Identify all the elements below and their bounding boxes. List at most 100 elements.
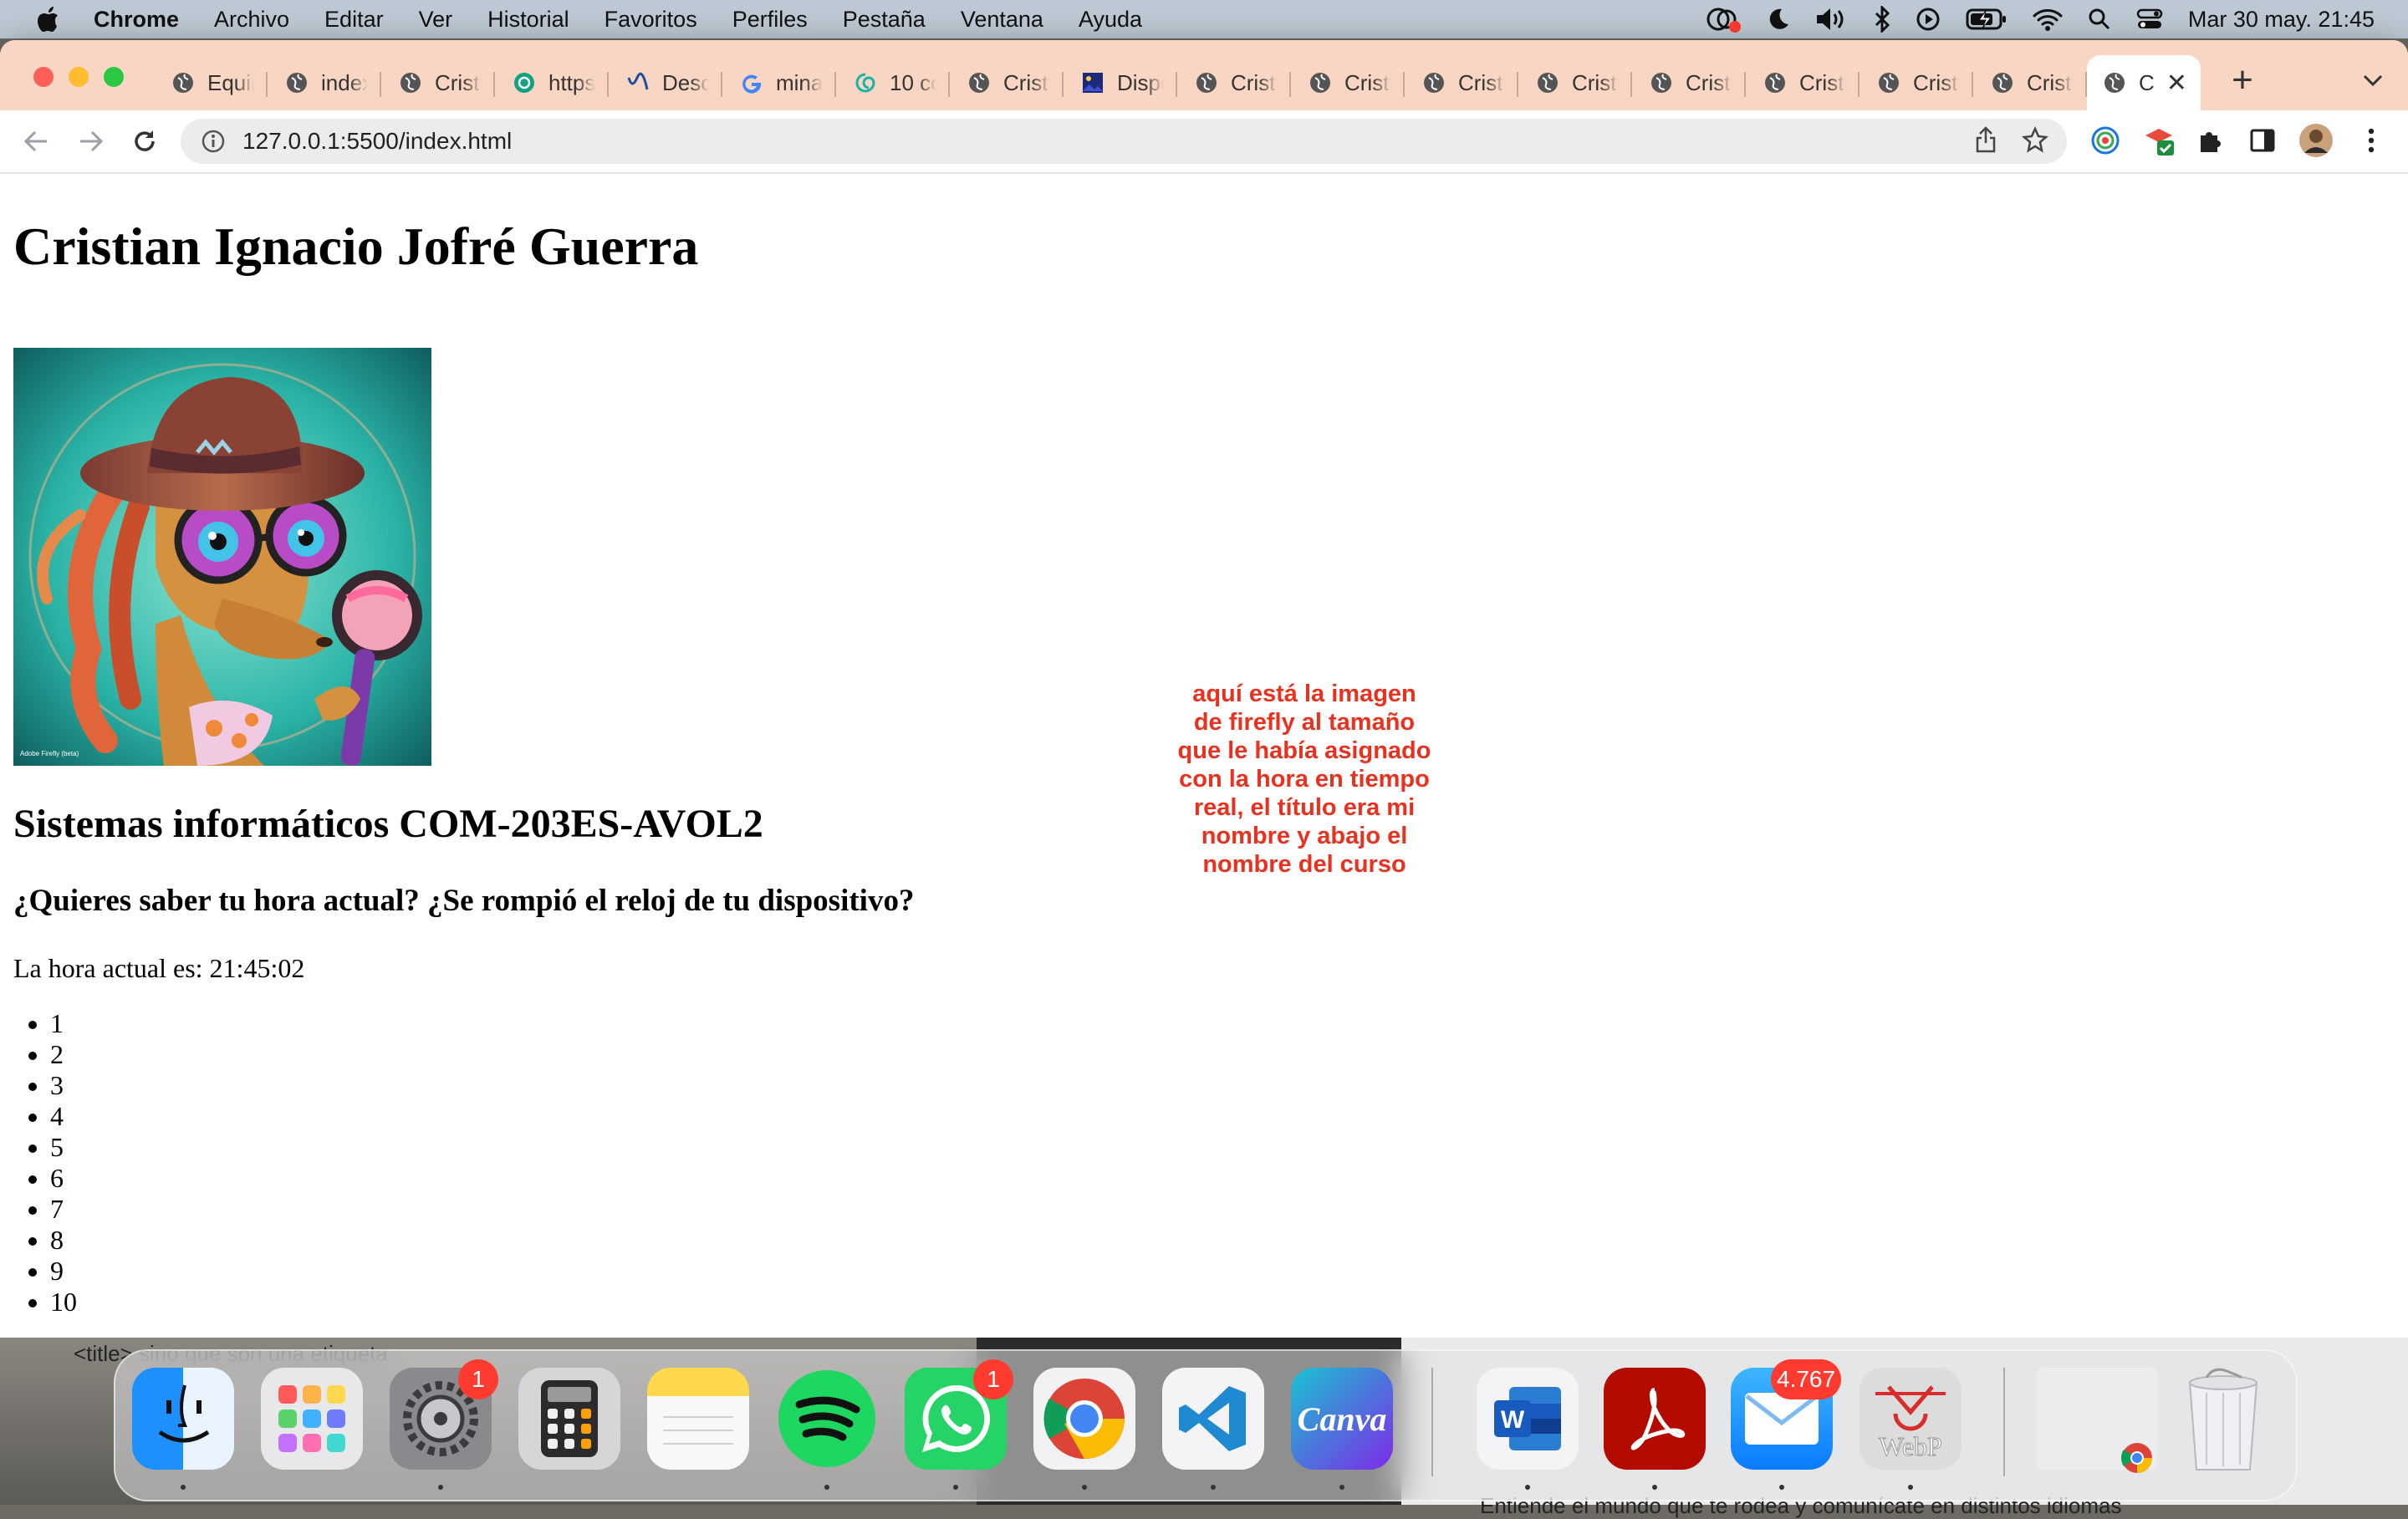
- wifi-icon[interactable]: [2033, 8, 2063, 31]
- tab[interactable]: minas: [724, 55, 836, 110]
- tab-label: Cristian: [1003, 69, 1050, 95]
- globe-icon: [1649, 70, 1674, 95]
- list-item: 6: [50, 1163, 77, 1194]
- clock-question: ¿Quieres saber tu hora actual? ¿Se rompi…: [13, 884, 915, 918]
- tab-separator: [1744, 72, 1746, 97]
- volume-icon[interactable]: [1815, 7, 1849, 32]
- spotify-app-icon[interactable]: [776, 1368, 878, 1470]
- url-text[interactable]: 127.0.0.1:5500/index.html: [242, 128, 512, 155]
- tab[interactable]: Cristian: [1861, 55, 1973, 110]
- menu-clock[interactable]: Mar 30 may. 21:45: [2188, 7, 2375, 33]
- chrome-menu-button[interactable]: [2353, 122, 2390, 159]
- site-info-icon[interactable]: [201, 129, 226, 154]
- battery-charging-icon[interactable]: [1966, 8, 2008, 31]
- launchpad-app-icon[interactable]: [261, 1368, 363, 1470]
- red-annotation-note: aquí está la imagen de firefly al tamaño…: [1154, 680, 1455, 879]
- tab-separator: [607, 72, 609, 97]
- now-playing-icon[interactable]: [1916, 7, 1941, 32]
- menu-favoritos[interactable]: Favoritos: [605, 7, 697, 33]
- tab[interactable]: Cristian: [951, 55, 1064, 110]
- control-center-icon[interactable]: [2136, 8, 2163, 31]
- word-app-icon[interactable]: W: [1477, 1368, 1579, 1470]
- vscode-app-icon[interactable]: [1162, 1368, 1264, 1470]
- close-tab-icon[interactable]: ✕: [2166, 69, 2187, 98]
- tab[interactable]: Cristian: [1747, 55, 1860, 110]
- forward-button[interactable]: [72, 122, 110, 161]
- creative-cloud-icon[interactable]: [1705, 5, 1742, 33]
- menu-perfiles[interactable]: Perfiles: [732, 7, 808, 33]
- mail-badge: 4.767: [1771, 1359, 1841, 1399]
- chrome-app-icon[interactable]: [1033, 1368, 1135, 1470]
- share-icon[interactable]: [1975, 125, 1997, 157]
- webp-label: WebP: [1879, 1431, 1942, 1461]
- tab-label: https: [548, 69, 595, 95]
- dock-separator: [2003, 1368, 2005, 1476]
- tab[interactable]: 10 cosas: [838, 55, 950, 110]
- trash-app-icon[interactable]: [2172, 1368, 2274, 1471]
- menu-ver[interactable]: Ver: [419, 7, 453, 33]
- menu-pestana[interactable]: Pestaña: [843, 7, 926, 33]
- active-tab-label: C: [2139, 69, 2155, 95]
- acrobat-app-icon[interactable]: [1604, 1368, 1706, 1470]
- swirl-icon: [853, 70, 878, 95]
- tab-separator: [721, 72, 722, 97]
- tab[interactable]: Cristian: [1293, 55, 1405, 110]
- tab[interactable]: Cristian: [1406, 55, 1518, 110]
- notes-app-icon[interactable]: [647, 1368, 749, 1470]
- tab-separator: [493, 72, 495, 97]
- moon-icon[interactable]: [1767, 8, 1790, 31]
- tab[interactable]: Disponible: [1065, 55, 1177, 110]
- bookmark-star-icon[interactable]: [2022, 125, 2048, 157]
- tab-label: Cristian: [1686, 69, 1732, 95]
- tab[interactable]: https: [497, 55, 609, 110]
- menu-historial[interactable]: Historial: [487, 7, 569, 33]
- minimize-window-button[interactable]: [69, 67, 89, 87]
- side-panel-icon[interactable]: [2244, 122, 2281, 159]
- running-indicator: [953, 1485, 958, 1490]
- tab-search-button[interactable]: [2356, 64, 2390, 97]
- tab-active[interactable]: C ✕: [2087, 55, 2201, 110]
- extension-checked-icon[interactable]: [2140, 122, 2177, 159]
- tab[interactable]: Cristian: [1520, 55, 1632, 110]
- globe-icon: [1535, 70, 1560, 95]
- apple-logo-icon[interactable]: [30, 0, 67, 38]
- dock-separator: [1431, 1368, 1433, 1476]
- tab[interactable]: Cristian: [1179, 55, 1291, 110]
- menu-app-name[interactable]: Chrome: [94, 7, 179, 33]
- extensions-puzzle-icon[interactable]: [2192, 122, 2229, 159]
- spotlight-search-icon[interactable]: [2088, 8, 2111, 31]
- back-button[interactable]: [17, 122, 55, 161]
- chrome-minimized-window[interactable]: [2037, 1368, 2157, 1473]
- menu-editar[interactable]: Editar: [324, 7, 384, 33]
- menu-ventana[interactable]: Ventana: [961, 7, 1043, 33]
- new-tab-button[interactable]: +: [2222, 59, 2263, 100]
- calculator-app-icon[interactable]: [518, 1368, 620, 1470]
- webp-app-icon[interactable]: WebP: [1860, 1368, 1962, 1470]
- finder-app-icon[interactable]: [132, 1368, 234, 1470]
- tab[interactable]: Cristian: [1634, 55, 1746, 110]
- tab-separator: [1062, 72, 1064, 97]
- reload-button[interactable]: [125, 122, 164, 161]
- running-indicator: [1525, 1485, 1530, 1490]
- profile-avatar[interactable]: [2298, 122, 2334, 159]
- web-page-content: Cristian Ignacio Jofré Guerra Adobe Fire…: [0, 174, 2408, 1338]
- tab[interactable]: Cristian: [1975, 55, 2087, 110]
- settings-badge: 1: [458, 1359, 498, 1399]
- address-bar[interactable]: 127.0.0.1:5500/index.html: [181, 119, 2067, 164]
- canva-app-icon[interactable]: Canva: [1291, 1368, 1393, 1470]
- tab-separator: [380, 72, 381, 97]
- globe-icon: [171, 70, 196, 95]
- tab[interactable]: Equipo: [156, 55, 268, 110]
- menu-ayuda[interactable]: Ayuda: [1079, 7, 1142, 33]
- tab[interactable]: Cristian: [383, 55, 495, 110]
- extension-spiral-icon[interactable]: [2087, 122, 2124, 159]
- note-line: con la hora en tiempo: [1179, 766, 1430, 793]
- tab[interactable]: index: [269, 55, 381, 110]
- url-host: 127.0.0.1: [242, 128, 340, 154]
- globe-icon: [1763, 70, 1788, 95]
- tab[interactable]: Descarga: [610, 55, 722, 110]
- zoom-window-button[interactable]: [104, 67, 124, 87]
- menu-archivo[interactable]: Archivo: [214, 7, 289, 33]
- bluetooth-icon[interactable]: [1874, 6, 1890, 33]
- close-window-button[interactable]: [33, 67, 54, 87]
